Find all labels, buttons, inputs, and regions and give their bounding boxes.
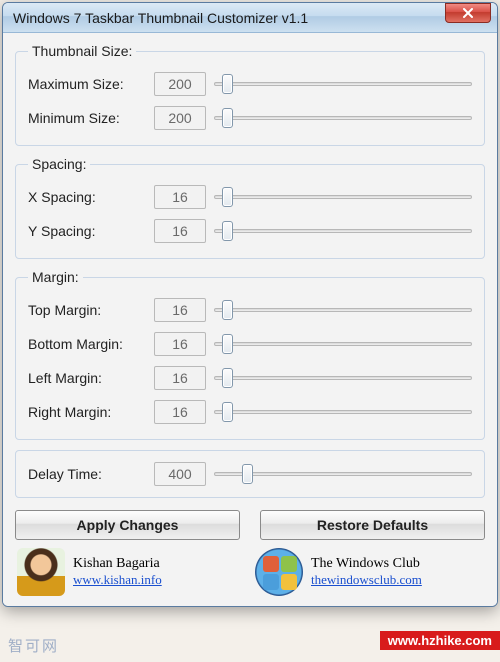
min-size-label: Minimum Size: [28,110,146,126]
y-spacing-row: Y Spacing: [28,214,472,248]
delay-group: Delay Time: [15,450,485,498]
min-size-input[interactable] [154,106,206,130]
delay-input[interactable] [154,462,206,486]
bottom-margin-input[interactable] [154,332,206,356]
x-spacing-input[interactable] [154,185,206,209]
x-spacing-row: X Spacing: [28,180,472,214]
left-margin-label: Left Margin: [28,370,146,386]
author-avatar-icon [17,548,65,596]
app-window: Windows 7 Taskbar Thumbnail Customizer v… [2,2,498,607]
left-margin-slider[interactable] [214,366,472,390]
window-title: Windows 7 Taskbar Thumbnail Customizer v… [13,10,445,26]
author-link[interactable]: www.kishan.info [73,572,162,588]
left-margin-input[interactable] [154,366,206,390]
client-area: Thumbnail Size: Maximum Size: Minimum Si… [3,33,497,606]
top-margin-slider[interactable] [214,298,472,322]
author-name: Kishan Bagaria [73,556,162,572]
bottom-margin-label: Bottom Margin: [28,336,146,352]
max-size-input[interactable] [154,72,206,96]
watermark-right: www.hzhike.com [380,631,500,650]
spacing-group: Spacing: X Spacing: Y Spacing: [15,156,485,259]
right-margin-slider[interactable] [214,400,472,424]
x-spacing-label: X Spacing: [28,189,146,205]
restore-button[interactable]: Restore Defaults [260,510,485,540]
spacing-legend: Spacing: [28,156,90,172]
close-icon [463,8,473,18]
max-size-label: Maximum Size: [28,76,146,92]
windows-logo-icon [255,548,303,596]
right-margin-row: Right Margin: [28,395,472,429]
min-size-row: Minimum Size: [28,101,472,135]
delay-slider[interactable] [214,462,472,486]
right-margin-input[interactable] [154,400,206,424]
author-credit: Kishan Bagaria www.kishan.info [17,548,245,596]
y-spacing-slider[interactable] [214,219,472,243]
margin-group: Margin: Top Margin: Bottom Margin: Left … [15,269,485,440]
bottom-margin-slider[interactable] [214,332,472,356]
top-margin-input[interactable] [154,298,206,322]
margin-legend: Margin: [28,269,83,285]
site-name: The Windows Club [311,556,422,572]
right-margin-label: Right Margin: [28,404,146,420]
watermark-left: 智可网 [8,635,59,656]
button-row: Apply Changes Restore Defaults [15,510,485,540]
y-spacing-input[interactable] [154,219,206,243]
max-size-row: Maximum Size: [28,67,472,101]
bottom-margin-row: Bottom Margin: [28,327,472,361]
x-spacing-slider[interactable] [214,185,472,209]
credits: Kishan Bagaria www.kishan.info The Windo… [15,548,485,600]
thumbnail-size-group: Thumbnail Size: Maximum Size: Minimum Si… [15,43,485,146]
close-button[interactable] [445,3,491,23]
delay-row: Delay Time: [28,457,472,491]
thumbnail-size-legend: Thumbnail Size: [28,43,136,59]
site-link[interactable]: thewindowsclub.com [311,572,422,588]
site-credit: The Windows Club thewindowsclub.com [255,548,483,596]
y-spacing-label: Y Spacing: [28,223,146,239]
top-margin-row: Top Margin: [28,293,472,327]
top-margin-label: Top Margin: [28,302,146,318]
delay-label: Delay Time: [28,466,146,482]
max-size-slider[interactable] [214,72,472,96]
titlebar[interactable]: Windows 7 Taskbar Thumbnail Customizer v… [3,3,497,33]
apply-button[interactable]: Apply Changes [15,510,240,540]
min-size-slider[interactable] [214,106,472,130]
left-margin-row: Left Margin: [28,361,472,395]
